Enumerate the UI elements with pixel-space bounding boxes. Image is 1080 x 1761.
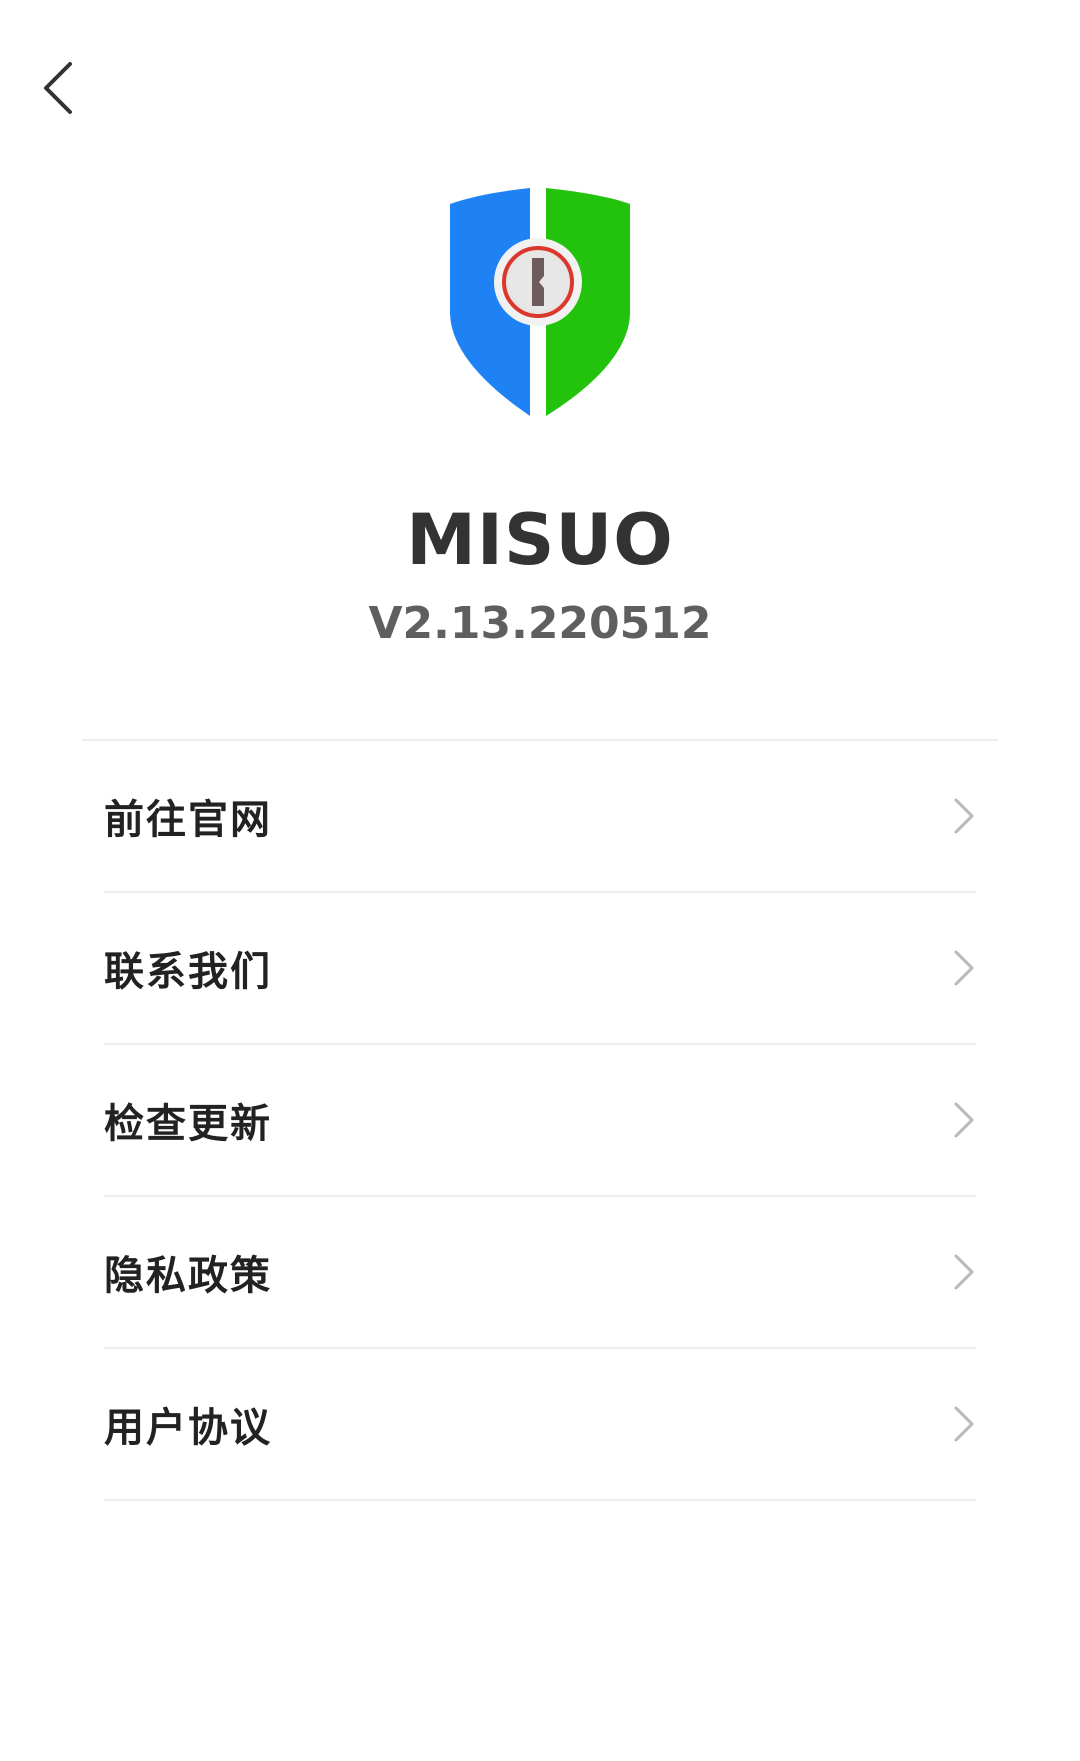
app-version: V2.13.220512 — [368, 598, 712, 649]
chevron-left-icon — [44, 62, 72, 114]
back-button[interactable] — [22, 52, 94, 124]
menu-item-privacy-policy[interactable]: 隐私政策 — [104, 1197, 976, 1349]
menu-item-contact-us[interactable]: 联系我们 — [104, 893, 976, 1045]
app-logo — [450, 188, 630, 416]
about-menu: 前往官网 联系我们 检查更新 隐私政策 用户协议 — [104, 741, 976, 1501]
chevron-right-icon — [954, 1102, 974, 1138]
menu-item-label: 隐私政策 — [104, 1253, 272, 1299]
menu-item-user-agreement[interactable]: 用户协议 — [104, 1349, 976, 1501]
menu-item-label: 前往官网 — [104, 797, 272, 843]
menu-item-label: 检查更新 — [104, 1101, 272, 1147]
chevron-right-icon — [954, 1254, 974, 1290]
chevron-right-icon — [954, 1406, 974, 1442]
app-name: MISUO — [406, 499, 674, 581]
chevron-right-icon — [954, 950, 974, 986]
keyhole-icon — [494, 238, 582, 326]
menu-item-label: 联系我们 — [104, 949, 272, 995]
menu-item-check-update[interactable]: 检查更新 — [104, 1045, 976, 1197]
menu-item-official-website[interactable]: 前往官网 — [104, 741, 976, 893]
menu-item-label: 用户协议 — [104, 1405, 272, 1451]
chevron-right-icon — [954, 798, 974, 834]
